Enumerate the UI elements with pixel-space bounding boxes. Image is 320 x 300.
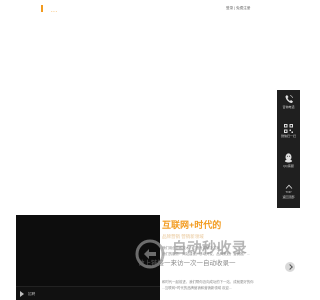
banner-line: 和时代一起前进，我们帮你迈向成功的下一站，成就更好的你 — [162, 280, 254, 284]
next-slide-button[interactable] — [285, 262, 295, 272]
floating-toolbar: 咨询电话 微信扫一扫 QQ客服 TOP 返回顶部 — [277, 90, 300, 208]
sidebar-item-label: 咨询电话 — [282, 105, 295, 109]
sidebar-item-label: QQ客服 — [283, 164, 294, 168]
site-header: ... 登录 | 免费注册 — [0, 0, 300, 18]
logo-mark[interactable] — [41, 5, 43, 12]
sidebar-item-label: 返回顶部 — [282, 195, 295, 199]
top-icon — [285, 184, 292, 189]
watermark-text: 自动秒收录 — [172, 241, 247, 257]
play-icon[interactable] — [20, 291, 24, 297]
sidebar-item-qq[interactable]: QQ客服 — [277, 153, 300, 168]
banner-line: ...互联网+时代的品牌营销和营销新领域 欢迎... — [162, 286, 232, 290]
top-text: TOP — [285, 190, 292, 194]
sidebar-item-top[interactable]: TOP 返回顶部 — [277, 184, 300, 199]
logo-text[interactable]: ... — [51, 8, 58, 14]
phone-icon — [285, 95, 293, 103]
sidebar-item-wechat[interactable]: 微信扫一扫 — [277, 124, 300, 138]
video-label: 招聘 — [28, 291, 36, 296]
banner-title: 互联网+时代的 — [162, 220, 222, 230]
qrcode-icon — [284, 124, 293, 133]
watermark-subtext: 做上链接一来访一次一自动收录一 — [138, 260, 236, 267]
sidebar-item-label: 微信扫一扫 — [280, 134, 296, 138]
login-register-links[interactable]: 登录 | 免费注册 — [226, 5, 251, 11]
video-controls: 招聘 — [16, 286, 160, 300]
sidebar-item-phone[interactable]: 咨询电话 — [277, 94, 300, 109]
watermark: 自动秒收录 做上链接一来访一次一自动收录一 — [132, 238, 282, 274]
qq-icon — [284, 153, 293, 163]
